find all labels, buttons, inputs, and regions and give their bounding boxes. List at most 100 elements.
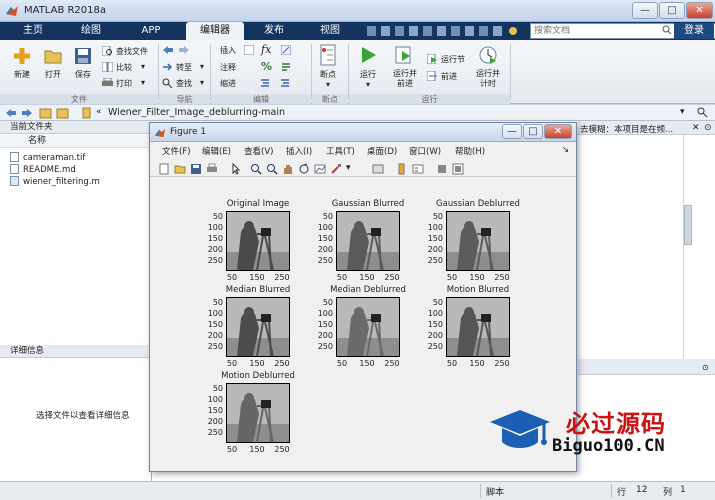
comment-button[interactable]: 注释 bbox=[220, 62, 236, 73]
open-button[interactable]: 打开 bbox=[38, 69, 68, 80]
breakpoints-icon[interactable] bbox=[318, 44, 338, 66]
find-button[interactable]: 查找 bbox=[176, 78, 192, 89]
run-button[interactable]: 运行 bbox=[352, 69, 384, 80]
save-icon[interactable] bbox=[73, 46, 93, 66]
colorbar-icon[interactable] bbox=[396, 163, 408, 175]
find-files-icon[interactable] bbox=[102, 46, 113, 56]
chevron-down-icon[interactable]: ▾ bbox=[346, 163, 358, 175]
chevron-down-icon[interactable]: ▾ bbox=[680, 107, 685, 117]
figure-maximize-button[interactable]: □ bbox=[523, 124, 543, 139]
new-figure-icon[interactable] bbox=[158, 163, 170, 175]
close-icon[interactable]: ✕ bbox=[692, 123, 700, 133]
data-cursor-icon[interactable] bbox=[314, 163, 326, 175]
save-button[interactable]: 保存 bbox=[68, 69, 98, 80]
chevron-down-icon[interactable]: ▾ bbox=[141, 78, 145, 87]
search-icon[interactable] bbox=[662, 25, 672, 35]
goto-button[interactable]: 转至 bbox=[176, 62, 192, 73]
smart-indent-icon[interactable] bbox=[261, 78, 291, 88]
show-plot-tools-icon[interactable] bbox=[452, 163, 464, 175]
tab-plots[interactable]: 绘图 bbox=[66, 22, 116, 40]
back-arrow-icon[interactable] bbox=[162, 45, 190, 55]
open-file-icon[interactable] bbox=[174, 163, 186, 175]
new-icon[interactable] bbox=[12, 46, 32, 66]
run-and-time-button[interactable]: 运行并 计时 bbox=[471, 69, 505, 89]
advance-icon[interactable] bbox=[427, 71, 438, 81]
subplot-image[interactable] bbox=[226, 297, 290, 357]
menu-help[interactable]: 帮助(H) bbox=[455, 145, 485, 157]
file-item-readme[interactable]: README.md bbox=[10, 164, 76, 176]
subplot-image[interactable] bbox=[336, 211, 400, 271]
menu-window[interactable]: 窗口(W) bbox=[409, 145, 441, 157]
subplot-image[interactable] bbox=[446, 297, 510, 357]
insert-blank-icon[interactable] bbox=[244, 45, 254, 55]
find-icon[interactable] bbox=[162, 78, 173, 88]
scrollbar-thumb[interactable] bbox=[684, 205, 692, 245]
tab-publish[interactable]: 发布 bbox=[252, 22, 296, 40]
zoom-in-icon[interactable] bbox=[250, 163, 262, 175]
legend-icon[interactable] bbox=[412, 163, 424, 175]
run-icon[interactable] bbox=[358, 45, 378, 65]
breakpoints-button[interactable]: 断点 bbox=[312, 69, 344, 80]
chevron-down-icon[interactable]: ▾ bbox=[312, 80, 344, 89]
link-plot-icon[interactable] bbox=[372, 163, 384, 175]
subplot-image[interactable] bbox=[336, 297, 400, 357]
chevron-down-icon[interactable]: ▾ bbox=[200, 62, 204, 71]
file-item-cameraman[interactable]: cameraman.tif bbox=[10, 152, 85, 164]
subplot-image[interactable] bbox=[446, 211, 510, 271]
tab-view[interactable]: 视图 bbox=[304, 22, 356, 40]
open-folder-icon[interactable] bbox=[43, 46, 63, 66]
current-path[interactable]: Wiener_Filter_Image_deblurring-main bbox=[108, 107, 285, 118]
subplot-image[interactable] bbox=[226, 383, 290, 443]
chevron-down-icon[interactable]: ▾ bbox=[141, 62, 145, 71]
menu-tools[interactable]: 工具(T) bbox=[326, 145, 355, 157]
pan-hand-icon[interactable] bbox=[282, 163, 294, 175]
menu-insert[interactable]: 插入(I) bbox=[286, 145, 312, 157]
search-icon[interactable] bbox=[697, 107, 708, 118]
menu-file[interactable]: 文件(F) bbox=[162, 145, 191, 157]
save-figure-icon[interactable] bbox=[190, 163, 202, 175]
insert-function-button[interactable]: fx bbox=[261, 43, 271, 56]
find-files-button[interactable]: 查找文件 bbox=[116, 46, 148, 57]
figure-close-button[interactable]: ✕ bbox=[544, 124, 572, 139]
file-item-wiener-filtering[interactable]: wiener_filtering.m bbox=[10, 176, 100, 188]
wrap-comment-icon[interactable] bbox=[281, 62, 291, 72]
goto-icon[interactable] bbox=[162, 62, 173, 72]
menu-edit[interactable]: 编辑(E) bbox=[202, 145, 231, 157]
edit-plot-icon[interactable] bbox=[230, 163, 242, 175]
insert-button[interactable]: 插入 bbox=[220, 45, 236, 56]
compare-icon[interactable] bbox=[102, 62, 113, 72]
comment-percent-icon[interactable]: % bbox=[261, 60, 272, 73]
zoom-out-icon[interactable] bbox=[266, 163, 278, 175]
current-folder-column-header[interactable]: 名称 bbox=[0, 135, 152, 148]
maximize-button[interactable]: □ bbox=[659, 2, 685, 19]
indent-button[interactable]: 缩进 bbox=[220, 78, 236, 89]
login-button[interactable]: 登录 bbox=[674, 23, 714, 39]
run-advance-icon[interactable] bbox=[394, 45, 414, 65]
panel-menu-icon[interactable]: ⊙ bbox=[704, 123, 712, 133]
print-icon[interactable] bbox=[102, 78, 113, 88]
menu-view[interactable]: 查看(V) bbox=[244, 145, 273, 157]
rotate-3d-icon[interactable] bbox=[298, 163, 310, 175]
panel-menu-icon[interactable]: ⊙ bbox=[702, 363, 709, 372]
compare-button[interactable]: 比较 bbox=[116, 62, 132, 73]
tab-apps[interactable]: APP bbox=[124, 22, 178, 40]
tab-home[interactable]: 主页 bbox=[8, 22, 58, 40]
figure-minimize-button[interactable]: — bbox=[502, 124, 522, 139]
minimize-button[interactable]: — bbox=[632, 2, 658, 19]
brush-icon[interactable] bbox=[330, 163, 342, 175]
nav-arrows-icon[interactable] bbox=[5, 107, 95, 119]
print-button[interactable]: 打印 bbox=[116, 78, 132, 89]
insert-function-icon[interactable] bbox=[281, 45, 291, 55]
tab-editor[interactable]: 编辑器 bbox=[186, 22, 244, 40]
run-and-time-icon[interactable] bbox=[478, 45, 498, 65]
close-button[interactable]: ✕ bbox=[686, 2, 713, 19]
advance-button[interactable]: 前进 bbox=[441, 71, 457, 82]
chevron-down-icon[interactable]: ▾ bbox=[200, 78, 204, 87]
run-section-icon[interactable] bbox=[427, 54, 438, 64]
chevron-down-icon[interactable]: ▾ bbox=[352, 80, 384, 89]
hide-plot-tools-icon[interactable] bbox=[436, 163, 448, 175]
new-button[interactable]: 新建 bbox=[6, 69, 38, 80]
subplot-image[interactable] bbox=[226, 211, 290, 271]
print-figure-icon[interactable] bbox=[206, 163, 218, 175]
menu-desktop[interactable]: 桌面(D) bbox=[367, 145, 397, 157]
